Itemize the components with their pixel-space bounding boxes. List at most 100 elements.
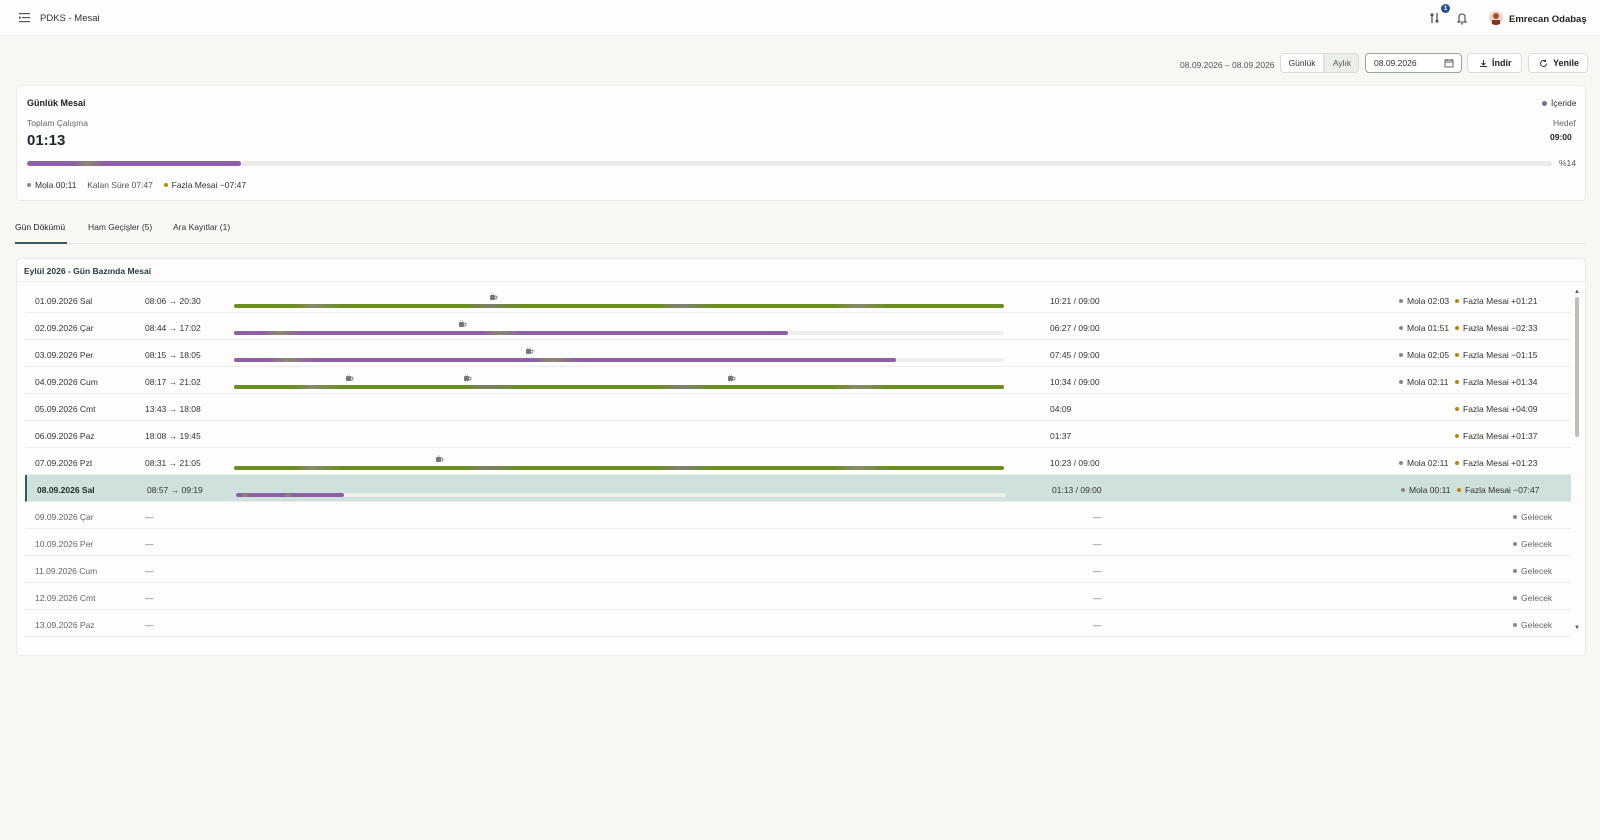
divider: [17, 281, 1585, 282]
break-dot: [1399, 299, 1403, 303]
row-status-label: Gelecek: [1521, 512, 1553, 522]
table-row[interactable]: 10.09.2026 Per — — Gelecek: [25, 529, 1571, 556]
table-row[interactable]: 01.09.2026 Sal 08:06 → 20:30 10:21 / 09:00…: [25, 286, 1571, 313]
coffee-icon[interactable]: [727, 374, 736, 382]
row-status-label: Gelecek: [1521, 620, 1553, 630]
row-time-range: 08:31 → 21:05: [145, 458, 201, 468]
row-progress-fill: [234, 358, 897, 362]
row-progress-fill: [234, 385, 1004, 389]
row-status: Gelecek: [1513, 539, 1552, 549]
monthly-table-card: Eylül 2026 - Gün Bazında Mesai 01.09.202…: [16, 258, 1586, 656]
table-row[interactable]: 02.09.2026 Çar 08:44 → 17:02 06:27 / 09:00…: [25, 313, 1571, 340]
overtime-dot: [1457, 488, 1461, 492]
row-overtime: Fazla Mesai +04:09: [1455, 404, 1537, 414]
row-break-label: Mola 02:05: [1407, 350, 1450, 360]
daily-summary-card: Günlük Mesai İçeride Toplam Çalışma 01:1…: [16, 85, 1586, 201]
table-row[interactable]: 04.09.2026 Cum 08:17 → 21:02 10:34 / 09:00…: [25, 367, 1571, 394]
row-break: Mola 02:05: [1399, 350, 1449, 360]
coffee-icon[interactable]: [489, 293, 498, 301]
table-row[interactable]: 11.09.2026 Cum — — Gelecek: [25, 556, 1571, 583]
row-date: 01.09.2026 Sal: [35, 296, 93, 306]
summary-legend: Mola 00:11 Kalan Süre 07:47 Fazla Mesai …: [27, 180, 246, 190]
row-time-range: 08:15 → 18:05: [145, 350, 201, 360]
table-row[interactable]: 05.09.2026 Cmt 13:43 → 18:08 04:09 Fazla Me…: [25, 394, 1571, 421]
break-dot: [1401, 488, 1405, 492]
scrollbar[interactable]: ▲ ▼: [1573, 289, 1581, 651]
break-dot: [1399, 353, 1403, 357]
row-total: —: [1093, 539, 1102, 549]
target-value: 09:00: [1550, 132, 1572, 142]
row-date: 03.09.2026 Per: [35, 350, 94, 360]
scroll-up-arrow[interactable]: ▲: [1574, 289, 1580, 295]
overtime-dot: [1455, 434, 1459, 438]
row-break: Mola 01:51: [1399, 323, 1449, 333]
app-title: PDKS - Mesai: [40, 13, 100, 24]
tab-ham-gecisler[interactable]: Ham Geçişler (5): [88, 222, 156, 244]
row-progress-fill: [236, 493, 344, 497]
row-date: 13.09.2026 Paz: [35, 620, 95, 630]
coffee-icon[interactable]: [345, 374, 354, 382]
row-total: 01:37: [1050, 431, 1072, 441]
row-total: —: [1093, 593, 1102, 603]
row-break-label: Mola 01:51: [1407, 323, 1450, 333]
refresh-icon: [1540, 59, 1548, 67]
row-total: —: [1093, 512, 1102, 522]
row-overtime-label: Fazla Mesai +04:09: [1463, 404, 1538, 414]
break-total: Mola 00:11: [35, 180, 77, 190]
overtime-dot: [1455, 353, 1459, 357]
row-total: 04:09: [1050, 404, 1072, 414]
row-total: —: [1093, 620, 1102, 630]
coffee-icon[interactable]: [435, 455, 444, 463]
table-row[interactable]: 03.09.2026 Per 08:15 → 18:05 07:45 / 09:00…: [25, 340, 1571, 367]
user-name[interactable]: Emrecan Odabaş: [1509, 14, 1587, 25]
row-overtime: Fazla Mesai +01:21: [1455, 296, 1537, 306]
scroll-down-arrow[interactable]: ▼: [1574, 625, 1580, 631]
table-title: Eylül 2026 - Gün Bazında Mesai: [24, 266, 152, 276]
bell-icon[interactable]: [1455, 11, 1469, 25]
calendar-icon[interactable]: [1444, 58, 1454, 68]
coffee-icon[interactable]: [458, 320, 467, 328]
table-row[interactable]: 13.09.2026 Paz — — Gelecek: [25, 610, 1571, 637]
row-overtime: Fazla Mesai −07:47: [1457, 485, 1539, 495]
table-row[interactable]: 12.09.2026 Cmt — — Gelecek: [25, 583, 1571, 610]
daily-progress-bar: [27, 161, 1552, 166]
row-date: 09.09.2026 Çar: [35, 512, 94, 522]
refresh-button[interactable]: Yenile: [1528, 53, 1588, 73]
row-overtime: Fazla Mesai +01:23: [1455, 458, 1537, 468]
row-progress-fill: [234, 466, 1004, 470]
row-date: 08.09.2026 Sal: [37, 485, 95, 495]
row-status: Gelecek: [1513, 512, 1552, 522]
status-label: İçeride: [1551, 98, 1577, 108]
row-time-range: 13:43 → 18:08: [145, 404, 201, 414]
row-progress-bar: [234, 385, 1004, 389]
view-option-gunluk[interactable]: Günlük: [1281, 54, 1324, 72]
coffee-icon[interactable]: [463, 374, 472, 382]
scroll-thumb[interactable]: [1575, 297, 1579, 437]
avatar[interactable]: [1489, 11, 1503, 25]
row-time-range: —: [145, 593, 154, 603]
download-button[interactable]: İndir: [1467, 53, 1522, 73]
row-date: 05.09.2026 Cmt: [35, 404, 96, 414]
table-row[interactable]: 06.09.2026 Paz 18:08 → 19:45 01:37 Fazla Me…: [25, 421, 1571, 448]
menu-icon[interactable]: [19, 12, 30, 23]
tab-gun-dokumu[interactable]: Gün Dökümü: [15, 222, 67, 244]
tab-ara-kayitlar[interactable]: Ara Kayıtlar (1): [173, 222, 235, 244]
break-dot: [1399, 461, 1403, 465]
filter-icon[interactable]: [1429, 11, 1443, 25]
refresh-label: Yenile: [1553, 58, 1580, 68]
row-overtime-label: Fazla Mesai +01:21: [1463, 296, 1538, 306]
row-overtime-label: Fazla Mesai +01:34: [1463, 377, 1538, 387]
row-progress-bar: [234, 331, 1004, 335]
break-dot: [1399, 380, 1403, 384]
view-option-aylik[interactable]: Aylık: [1324, 54, 1358, 72]
row-overtime-label: Fazla Mesai −02:33: [1463, 323, 1538, 333]
row-status-label: Gelecek: [1521, 593, 1553, 603]
table-row[interactable]: 09.09.2026 Çar — — Gelecek: [25, 502, 1571, 529]
row-status-label: Gelecek: [1521, 566, 1553, 576]
table-row[interactable]: 08.09.2026 Sal 08:57 → 09:19 01:13 / 09:00…: [25, 475, 1571, 502]
row-status: Gelecek: [1513, 593, 1552, 603]
table-row[interactable]: 07.09.2026 Pzt 08:31 → 21:05 10:23 / 09:00…: [25, 448, 1571, 475]
row-overtime: Fazla Mesai −01:15: [1455, 350, 1537, 360]
overtime-dot: [1455, 326, 1459, 330]
coffee-icon[interactable]: [525, 347, 534, 355]
